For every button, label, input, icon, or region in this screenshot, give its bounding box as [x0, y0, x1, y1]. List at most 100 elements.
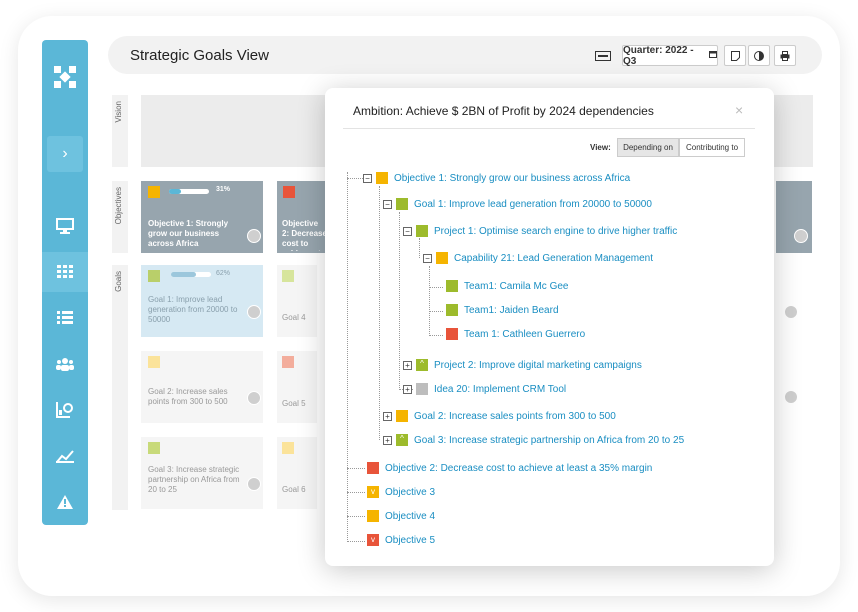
- progress-bar: [171, 272, 211, 277]
- tree-item[interactable]: − Capability 21: Lead Generation Managem…: [423, 250, 653, 266]
- warning-icon[interactable]: [42, 482, 88, 522]
- tree-link[interactable]: Team 1: Cathleen Guerrero: [464, 329, 585, 340]
- objective-title: Objective 2: Decrease cost to achieve at…: [282, 219, 327, 251]
- tree-link[interactable]: Objective 5: [385, 535, 435, 546]
- avatar: [247, 305, 261, 319]
- status-square: [446, 328, 458, 340]
- chevron-down-icon: v: [367, 486, 379, 498]
- status-square: [416, 225, 428, 237]
- avatar: [784, 390, 798, 404]
- tree-line: [379, 186, 380, 440]
- grid-icon[interactable]: [42, 252, 88, 292]
- expand-icon[interactable]: +: [403, 360, 412, 370]
- tree-item[interactable]: + Idea 20: Implement CRM Tool: [403, 381, 566, 397]
- tree-line: [429, 287, 443, 288]
- tree-link[interactable]: Goal 1: Improve lead generation from 200…: [414, 199, 652, 210]
- avatar: [247, 229, 261, 243]
- collapse-icon[interactable]: −: [363, 173, 372, 183]
- tree-line: [429, 266, 430, 336]
- tree-line: [347, 172, 348, 542]
- tree-item[interactable]: Team1: Camila Mc Gee: [446, 278, 568, 294]
- tree-link[interactable]: Project 1: Optimise search engine to dri…: [434, 226, 677, 237]
- tree-item[interactable]: + ^ Project 2: Improve digital marketing…: [403, 357, 642, 373]
- tree-link[interactable]: Goal 2: Increase sales points from 300 t…: [414, 411, 616, 422]
- collapse-icon[interactable]: −: [423, 253, 432, 263]
- sidebar: ›: [42, 40, 88, 525]
- goal-card[interactable]: Goal 4: [277, 265, 317, 337]
- team-icon[interactable]: [42, 344, 88, 384]
- progress-text: 62%: [216, 270, 231, 277]
- status-square: [282, 356, 294, 368]
- tree-link[interactable]: Team1: Camila Mc Gee: [464, 281, 568, 292]
- dependencies-modal: Ambition: Achieve $ 2BN of Profit by 202…: [325, 88, 774, 566]
- view-label: View:: [590, 143, 611, 152]
- avatar: [247, 391, 261, 405]
- expand-icon[interactable]: +: [383, 435, 392, 445]
- view-depending-on-button[interactable]: Depending on: [617, 138, 679, 157]
- status-square: [436, 252, 448, 264]
- tree-line: [347, 516, 365, 517]
- tree-item[interactable]: Team 1: Cathleen Guerrero: [446, 326, 585, 342]
- double-chevron-down-icon: v: [367, 534, 379, 546]
- goal-card[interactable]: 62% Goal 1: Improve lead generation from…: [141, 265, 263, 337]
- chart-settings-icon[interactable]: [42, 390, 88, 430]
- print-icon[interactable]: [774, 45, 796, 66]
- logo-icon[interactable]: [54, 66, 76, 88]
- chevron-right-icon[interactable]: ›: [47, 136, 83, 172]
- tree-item[interactable]: + ^ Goal 3: Increase strategic partnersh…: [383, 432, 684, 448]
- tree-link[interactable]: Team1: Jaiden Beard: [464, 305, 559, 316]
- tree-item[interactable]: + Goal 2: Increase sales points from 300…: [383, 408, 616, 424]
- tree-line: [347, 492, 365, 493]
- tree-item[interactable]: v Objective 5: [367, 532, 435, 548]
- page-title: Strategic Goals View: [130, 47, 269, 64]
- tree-link[interactable]: Objective 3: [385, 487, 435, 498]
- objective-card[interactable]: 31% Objective 1: Strongly grow our busin…: [141, 181, 263, 253]
- expand-icon[interactable]: +: [403, 384, 412, 394]
- tree-item[interactable]: Objective 2: Decrease cost to achieve at…: [367, 460, 652, 476]
- tree-link[interactable]: Capability 21: Lead Generation Managemen…: [454, 253, 653, 264]
- monitor-icon[interactable]: [42, 206, 88, 246]
- tree-item[interactable]: Team1: Jaiden Beard: [446, 302, 559, 318]
- tree-link[interactable]: Idea 20: Implement CRM Tool: [434, 384, 566, 395]
- quarter-selector[interactable]: Quarter: 2022 - Q3: [622, 45, 718, 67]
- view-contributing-to-button[interactable]: Contributing to: [679, 138, 745, 157]
- goal-card[interactable]: Goal 6: [277, 437, 317, 509]
- tree-link[interactable]: Goal 3: Increase strategic partnership o…: [414, 435, 684, 446]
- objective-card[interactable]: [776, 181, 812, 253]
- status-square: [367, 510, 379, 522]
- status-square: [416, 383, 428, 395]
- calendar-icon: [709, 50, 717, 61]
- tree-link[interactable]: Objective 1: Strongly grow our business …: [394, 173, 630, 184]
- goal-title: Goal 4: [282, 313, 306, 322]
- tree-item[interactable]: − Objective 1: Strongly grow our busines…: [363, 170, 630, 186]
- chevron-up-icon: ^: [416, 359, 428, 371]
- status-square: [148, 270, 160, 282]
- keyboard-icon[interactable]: [592, 45, 614, 66]
- tree-line: [429, 311, 443, 312]
- tree-item[interactable]: − Project 1: Optimise search engine to d…: [403, 223, 677, 239]
- progress-bar: [169, 189, 209, 194]
- collapse-icon[interactable]: −: [403, 226, 412, 236]
- list-icon[interactable]: [42, 298, 88, 338]
- status-square: [446, 280, 458, 292]
- status-square: [148, 442, 160, 454]
- tree-line: [347, 468, 365, 469]
- tree-item[interactable]: Objective 4: [367, 508, 435, 524]
- trend-icon[interactable]: [42, 436, 88, 476]
- tree-link[interactable]: Project 2: Improve digital marketing cam…: [434, 360, 642, 371]
- expand-icon[interactable]: +: [383, 411, 392, 421]
- tree-link[interactable]: Objective 2: Decrease cost to achieve at…: [385, 463, 652, 474]
- note-icon[interactable]: [724, 45, 746, 66]
- contrast-icon[interactable]: [748, 45, 770, 66]
- tree-line: [347, 541, 365, 542]
- goal-card[interactable]: Goal 2: Increase sales points from 300 t…: [141, 351, 263, 423]
- tree-item[interactable]: v Objective 3: [367, 484, 435, 500]
- collapse-icon[interactable]: −: [383, 199, 392, 209]
- tree-item[interactable]: − Goal 1: Improve lead generation from 2…: [383, 196, 652, 212]
- goal-card[interactable]: Goal 3: Increase strategic partnership o…: [141, 437, 263, 509]
- status-square: [148, 356, 160, 368]
- tree-link[interactable]: Objective 4: [385, 511, 435, 522]
- modal-title: Ambition: Achieve $ 2BN of Profit by 202…: [353, 104, 654, 118]
- goal-card[interactable]: Goal 5: [277, 351, 317, 423]
- close-icon[interactable]: ×: [735, 102, 743, 118]
